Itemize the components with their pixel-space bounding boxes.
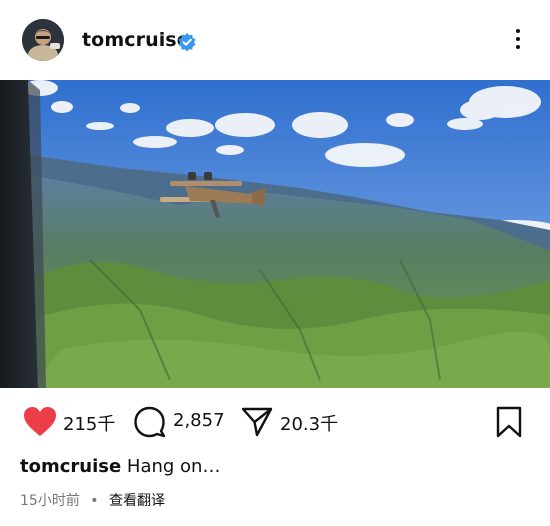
- meta-separator: •: [90, 493, 99, 509]
- bookmark-icon: [496, 406, 522, 438]
- caption-text: Hang on…: [126, 456, 221, 477]
- post-caption: tomcruise Hang on…: [20, 456, 220, 477]
- avatar[interactable]: [22, 19, 64, 61]
- caption-username[interactable]: tomcruise: [20, 456, 121, 477]
- see-translation-link[interactable]: 查看翻译: [109, 493, 165, 509]
- action-bar: 215千 2,857 20.3千: [0, 400, 550, 444]
- like-button[interactable]: 215千: [22, 400, 122, 444]
- verified-badge-icon: [177, 32, 197, 52]
- save-button[interactable]: [495, 400, 525, 444]
- comment-button[interactable]: 2,857: [133, 400, 233, 444]
- heart-icon: [24, 407, 56, 436]
- more-options-icon[interactable]: [512, 27, 524, 55]
- post-video[interactable]: [0, 80, 550, 388]
- post-header: tomcruise: [0, 0, 550, 80]
- paper-plane-icon: [241, 407, 273, 437]
- share-button[interactable]: 20.3千: [240, 400, 350, 444]
- share-count: 20.3千: [280, 414, 339, 435]
- post-username[interactable]: tomcruise: [82, 29, 190, 51]
- comment-count: 2,857: [173, 410, 225, 431]
- comment-bubble-icon: [134, 406, 166, 438]
- like-count: 215千: [63, 414, 116, 435]
- post-meta: 15小时前 • 查看翻译: [20, 490, 165, 510]
- post-timestamp: 15小时前: [20, 493, 80, 509]
